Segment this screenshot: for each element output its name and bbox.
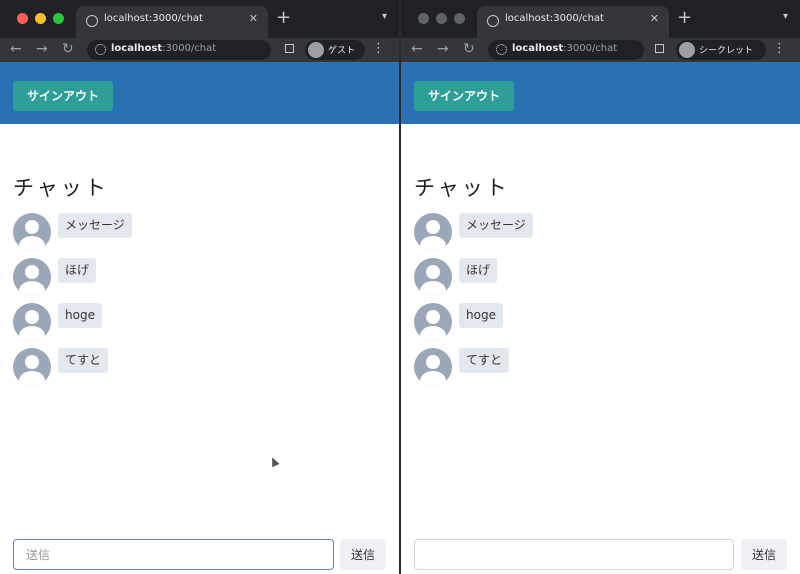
browser-toolbar: ← → ↻ localhost:3000/chat ゲスト ⋮ — [0, 38, 399, 62]
send-button[interactable]: 送信 — [741, 539, 787, 570]
arrow-right-icon[interactable]: → — [437, 41, 449, 57]
browser-window-right: localhost:3000/chat ✕ + ▾ ← → ↻ localhos… — [401, 0, 800, 574]
chevron-down-icon[interactable]: ▾ — [382, 11, 387, 22]
globe-icon — [86, 15, 98, 27]
minimize-window-icon[interactable] — [436, 13, 447, 24]
reload-icon[interactable]: ↻ — [62, 41, 74, 57]
plus-icon[interactable]: + — [276, 8, 291, 28]
side-panel-icon[interactable] — [655, 44, 664, 53]
message-composer: 送信 — [414, 539, 787, 570]
site-info-icon[interactable] — [95, 44, 106, 55]
browser-tab[interactable]: localhost:3000/chat ✕ — [477, 6, 669, 38]
message-item: てすと — [414, 348, 800, 393]
message-item: メッセージ — [13, 213, 399, 258]
message-item: ほげ — [414, 258, 800, 303]
address-bar[interactable]: localhost:3000/chat — [488, 40, 644, 60]
message-bubble: hoge — [58, 303, 102, 328]
kebab-menu-icon[interactable]: ⋮ — [773, 41, 786, 57]
signout-button[interactable]: サインアウト — [414, 81, 515, 111]
chevron-down-icon[interactable]: ▾ — [783, 11, 788, 22]
address-bar[interactable]: localhost:3000/chat — [87, 40, 271, 60]
user-avatar-icon — [13, 348, 51, 386]
chat-title: チャット — [13, 176, 109, 200]
profile-button[interactable]: ゲスト — [305, 40, 365, 60]
message-item: メッセージ — [414, 213, 800, 258]
tab-title: localhost:3000/chat — [505, 13, 604, 24]
globe-icon — [487, 15, 499, 27]
browser-tab[interactable]: localhost:3000/chat ✕ — [76, 6, 268, 38]
signout-button[interactable]: サインアウト — [13, 81, 114, 111]
profile-avatar-icon — [308, 42, 324, 58]
incognito-icon — [679, 42, 695, 58]
user-avatar-icon — [414, 348, 452, 386]
plus-icon[interactable]: + — [677, 8, 692, 28]
chat-title: チャット — [414, 176, 510, 200]
user-avatar-icon — [13, 213, 51, 251]
close-tab-icon[interactable]: ✕ — [650, 12, 659, 25]
url-text: localhost:3000/chat — [512, 43, 618, 54]
message-item: てすと — [13, 348, 399, 393]
site-info-icon[interactable] — [496, 44, 507, 55]
user-avatar-icon — [13, 258, 51, 296]
tab-strip: localhost:3000/chat ✕ + ▾ — [0, 0, 399, 38]
browser-window-left: localhost:3000/chat ✕ + ▾ ← → ↻ localhos… — [0, 0, 399, 574]
message-bubble: hoge — [459, 303, 503, 328]
message-list: メッセージ ほげ hoge てすと — [414, 213, 800, 393]
profile-button[interactable]: シークレット — [676, 40, 766, 60]
arrow-left-icon[interactable]: ← — [10, 41, 22, 57]
app-header: サインアウト — [401, 62, 800, 124]
tab-strip: localhost:3000/chat ✕ + ▾ — [401, 0, 800, 38]
minimize-window-icon[interactable] — [35, 13, 46, 24]
close-window-icon[interactable] — [418, 13, 429, 24]
user-avatar-icon — [414, 303, 452, 341]
message-bubble: ほげ — [58, 258, 97, 283]
message-composer: 送信 — [13, 539, 386, 570]
user-avatar-icon — [13, 303, 51, 341]
url-text: localhost:3000/chat — [111, 43, 217, 54]
message-bubble: てすと — [58, 348, 109, 373]
message-input[interactable] — [414, 539, 734, 570]
message-item: ほげ — [13, 258, 399, 303]
tab-title: localhost:3000/chat — [104, 13, 203, 24]
close-window-icon[interactable] — [17, 13, 28, 24]
maximize-window-icon[interactable] — [454, 13, 465, 24]
mouse-cursor-icon — [268, 455, 280, 468]
app-header: サインアウト — [0, 62, 399, 124]
window-controls — [418, 13, 465, 24]
profile-label: シークレット — [699, 46, 754, 56]
message-bubble: メッセージ — [459, 213, 533, 238]
message-bubble: ほげ — [459, 258, 498, 283]
message-item: hoge — [414, 303, 800, 348]
arrow-right-icon[interactable]: → — [36, 41, 48, 57]
send-button[interactable]: 送信 — [340, 539, 386, 570]
message-item: hoge — [13, 303, 399, 348]
side-panel-icon[interactable] — [285, 44, 294, 53]
close-tab-icon[interactable]: ✕ — [249, 12, 258, 25]
kebab-menu-icon[interactable]: ⋮ — [372, 41, 385, 57]
reload-icon[interactable]: ↻ — [463, 41, 475, 57]
user-avatar-icon — [414, 213, 452, 251]
message-list: メッセージ ほげ hoge てすと — [13, 213, 399, 393]
message-input[interactable] — [13, 539, 334, 570]
message-bubble: てすと — [459, 348, 510, 373]
maximize-window-icon[interactable] — [53, 13, 64, 24]
browser-toolbar: ← → ↻ localhost:3000/chat シークレット ⋮ — [401, 38, 800, 62]
message-bubble: メッセージ — [58, 213, 132, 238]
profile-label: ゲスト — [328, 46, 356, 56]
window-controls — [17, 13, 64, 24]
user-avatar-icon — [414, 258, 452, 296]
arrow-left-icon[interactable]: ← — [411, 41, 423, 57]
